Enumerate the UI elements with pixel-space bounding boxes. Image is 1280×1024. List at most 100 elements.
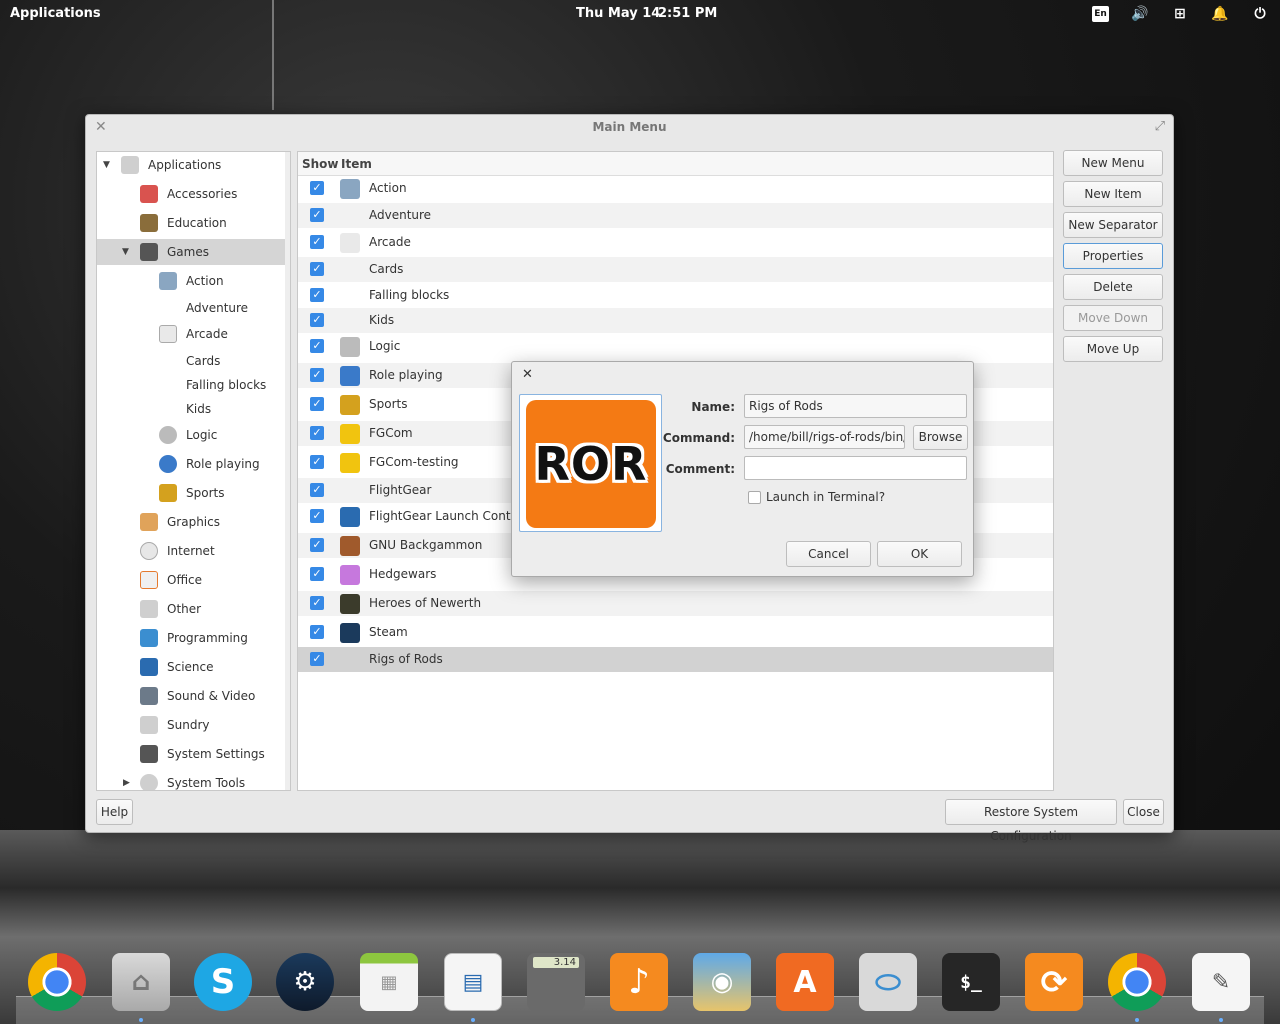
- show-checkbox[interactable]: ✓: [310, 262, 324, 276]
- tree-scrollbar[interactable]: [285, 152, 290, 790]
- new-separator-button[interactable]: New Separator: [1063, 212, 1163, 238]
- category-tree[interactable]: ▼ Applications Accessories Education ▼ G…: [96, 151, 291, 791]
- writer-icon[interactable]: ▤: [444, 953, 502, 1011]
- skype-icon[interactable]: S: [194, 953, 252, 1011]
- show-checkbox[interactable]: ✓: [310, 426, 324, 440]
- calendar-icon[interactable]: ▦: [360, 953, 418, 1011]
- move-down-button[interactable]: Move Down: [1063, 305, 1163, 331]
- table-row[interactable]: ✓ Action: [298, 176, 1053, 201]
- panel-date[interactable]: Thu May 14: [576, 6, 660, 21]
- tree-item-accessories[interactable]: Accessories: [97, 181, 287, 207]
- launch-in-terminal-checkbox[interactable]: [748, 491, 761, 504]
- table-row[interactable]: ✓ Arcade: [298, 230, 1053, 255]
- delete-button[interactable]: Delete: [1063, 274, 1163, 300]
- chrome-icon[interactable]: [1108, 953, 1166, 1011]
- restore-system-configuration-button[interactable]: Restore System Configuration: [945, 799, 1117, 843]
- show-checkbox[interactable]: ✓: [310, 567, 324, 581]
- photos-icon[interactable]: ◉: [693, 953, 751, 1011]
- keyboard-layout-indicator[interactable]: En: [1092, 6, 1109, 22]
- tree-item-system-tools[interactable]: ▶ System Tools: [97, 770, 287, 790]
- terminal-icon[interactable]: $_: [942, 953, 1000, 1011]
- command-field[interactable]: /home/bill/rigs-of-rods/bin/R: [744, 425, 905, 449]
- table-row[interactable]: ✓ Kids: [298, 308, 1053, 333]
- table-row[interactable]: ✓ Heroes of Newerth: [298, 591, 1053, 616]
- table-row[interactable]: ✓ Adventure: [298, 203, 1053, 228]
- tree-item-programming[interactable]: Programming: [97, 625, 287, 651]
- tree-item-internet[interactable]: Internet: [97, 538, 287, 564]
- move-up-button[interactable]: Move Up: [1063, 336, 1163, 362]
- tree-item-sundry[interactable]: Sundry: [97, 712, 287, 738]
- tree-item-sound-video[interactable]: Sound & Video: [97, 683, 287, 709]
- show-checkbox[interactable]: ✓: [310, 181, 324, 195]
- tree-item-system-settings[interactable]: System Settings: [97, 741, 287, 767]
- show-checkbox[interactable]: ✓: [310, 455, 324, 469]
- network-icon[interactable]: ⊞: [1170, 5, 1190, 23]
- browse-button[interactable]: Browse: [913, 425, 968, 450]
- tree-item-logic[interactable]: Logic: [97, 422, 287, 448]
- power-icon[interactable]: ⏻: [1250, 5, 1270, 23]
- cancel-button[interactable]: Cancel: [786, 541, 871, 567]
- notes-icon[interactable]: ✎: [1192, 953, 1250, 1011]
- tree-item-sports[interactable]: Sports: [97, 480, 287, 506]
- switchboard-icon[interactable]: ⬭: [859, 953, 917, 1011]
- show-checkbox[interactable]: ✓: [310, 313, 324, 327]
- table-row[interactable]: ✓ Steam: [298, 620, 1053, 645]
- window-maximize-icon[interactable]: ⤢: [1155, 119, 1165, 134]
- tree-item-graphics[interactable]: Graphics: [97, 509, 287, 535]
- show-checkbox[interactable]: ✓: [310, 208, 324, 222]
- tree-item-adventure[interactable]: Adventure: [97, 295, 287, 321]
- show-checkbox[interactable]: ✓: [310, 538, 324, 552]
- new-menu-button[interactable]: New Menu: [1063, 150, 1163, 176]
- volume-icon[interactable]: 🔊: [1130, 5, 1150, 23]
- music-icon[interactable]: ♪: [610, 953, 668, 1011]
- properties-button[interactable]: Properties: [1063, 243, 1163, 269]
- name-field[interactable]: Rigs of Rods: [744, 394, 967, 418]
- table-row[interactable]: ✓ Falling blocks: [298, 283, 1053, 308]
- show-checkbox[interactable]: ✓: [310, 288, 324, 302]
- show-checkbox[interactable]: ✓: [310, 625, 324, 639]
- files-icon[interactable]: ⌂: [112, 953, 170, 1011]
- dialog-close-icon[interactable]: ✕: [522, 367, 533, 382]
- table-row[interactable]: ✓ Rigs of Rods: [298, 647, 1053, 672]
- column-item-header[interactable]: Item: [341, 157, 372, 171]
- tree-item-falling-blocks[interactable]: Falling blocks: [97, 372, 287, 398]
- app-center-icon[interactable]: A: [776, 953, 834, 1011]
- show-checkbox[interactable]: ✓: [310, 596, 324, 610]
- window-titlebar[interactable]: ✕ Main Menu ⤢: [86, 115, 1173, 141]
- update-icon[interactable]: ⟳: [1025, 953, 1083, 1011]
- tree-item-cards[interactable]: Cards: [97, 348, 287, 374]
- show-checkbox[interactable]: ✓: [310, 397, 324, 411]
- tree-item-applications[interactable]: ▼ Applications: [97, 152, 287, 178]
- new-item-button[interactable]: New Item: [1063, 181, 1163, 207]
- steam-icon[interactable]: ⚙: [276, 953, 334, 1011]
- show-checkbox[interactable]: ✓: [310, 235, 324, 249]
- panel-time[interactable]: 2:51 PM: [658, 6, 717, 21]
- tree-item-other[interactable]: Other: [97, 596, 287, 622]
- expander-down-icon[interactable]: ▼: [122, 239, 129, 265]
- show-checkbox[interactable]: ✓: [310, 483, 324, 497]
- comment-field[interactable]: [744, 456, 967, 480]
- applications-menu[interactable]: Applications: [10, 6, 101, 21]
- launch-in-terminal-label[interactable]: Launch in Terminal?: [766, 490, 885, 504]
- help-button[interactable]: Help: [96, 799, 133, 825]
- show-checkbox[interactable]: ✓: [310, 368, 324, 382]
- tree-item-kids[interactable]: Kids: [97, 396, 287, 422]
- notifications-icon[interactable]: 🔔: [1210, 5, 1230, 23]
- tree-item-games[interactable]: ▼ Games: [97, 239, 287, 265]
- tree-item-arcade[interactable]: Arcade: [97, 321, 287, 347]
- tree-item-action[interactable]: Action: [97, 268, 287, 294]
- table-row[interactable]: ✓ Cards: [298, 257, 1053, 282]
- ok-button[interactable]: OK: [877, 541, 962, 567]
- close-button[interactable]: Close: [1123, 799, 1164, 825]
- expander-down-icon[interactable]: ▼: [103, 152, 110, 178]
- show-checkbox[interactable]: ✓: [310, 652, 324, 666]
- launcher-icon-button[interactable]: ROR: [519, 394, 662, 532]
- show-checkbox[interactable]: ✓: [310, 339, 324, 353]
- calculator-icon[interactable]: 3.14: [527, 953, 585, 1011]
- tree-item-role-playing[interactable]: Role playing: [97, 451, 287, 477]
- table-row[interactable]: ✓ Logic: [298, 334, 1053, 359]
- tree-item-education[interactable]: Education: [97, 210, 287, 236]
- column-show-header[interactable]: Show: [302, 157, 339, 171]
- show-checkbox[interactable]: ✓: [310, 509, 324, 523]
- tree-item-science[interactable]: Science: [97, 654, 287, 680]
